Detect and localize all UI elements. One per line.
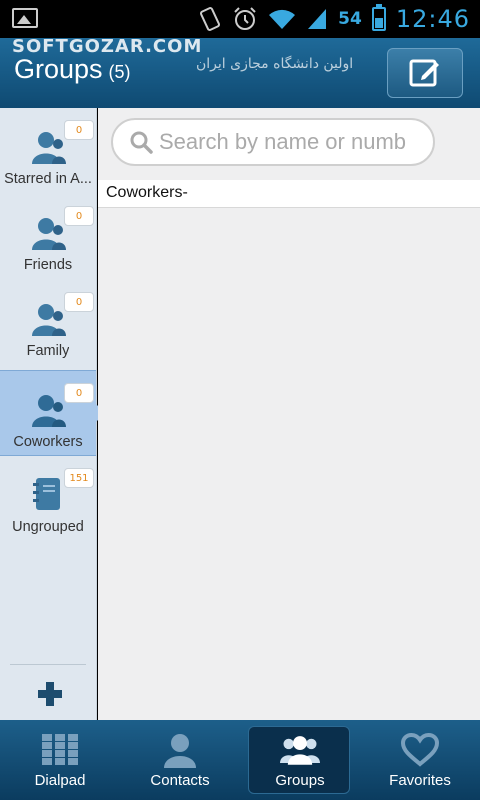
- group-count-badge: 0: [64, 120, 94, 140]
- wifi-icon: [269, 9, 296, 29]
- tab-label: Dialpad: [34, 772, 86, 789]
- section-header-label: Coworkers-: [106, 184, 188, 201]
- group-label: Ungrouped: [12, 519, 84, 535]
- group-item-family[interactable]: Family 0: [0, 280, 96, 366]
- tab-dialpad[interactable]: Dialpad: [0, 720, 120, 800]
- bottom-nav: Dialpad Contacts Groups Favorites: [0, 720, 480, 800]
- tab-groups[interactable]: Groups: [240, 720, 360, 800]
- group-count-badge: 0: [64, 292, 94, 312]
- group-label: Starred in A...: [4, 171, 92, 187]
- group-item-starred[interactable]: Starred in A... 0: [0, 108, 96, 194]
- tab-label: Contacts: [150, 772, 210, 789]
- alarm-icon: [234, 7, 256, 30]
- page-title-text: Groups: [14, 54, 103, 84]
- search-icon: [130, 131, 153, 154]
- group-item-coworkers[interactable]: Coworkers 0: [0, 370, 105, 456]
- compose-icon: [409, 59, 439, 87]
- sidebar-divider: [10, 664, 86, 665]
- signal-icon: [308, 9, 327, 29]
- battery-percent: 54: [338, 9, 362, 29]
- clock: 12:46: [395, 5, 470, 33]
- group-label: Friends: [23, 257, 73, 273]
- dialpad-icon: [40, 732, 80, 768]
- group-label: Family: [26, 343, 70, 359]
- group-count: (5): [108, 62, 131, 82]
- status-bar: 54 12:46: [0, 0, 480, 38]
- image-notification-icon: [12, 8, 38, 28]
- search-box[interactable]: [111, 118, 435, 166]
- battery-icon: [371, 4, 386, 31]
- contact-group-icon: [32, 132, 66, 164]
- section-header: Coworkers-: [98, 180, 480, 208]
- group-count-badge: 151: [64, 468, 94, 488]
- groups-sidebar: Starred in A... 0 Friends 0 Family 0 Cow…: [0, 108, 105, 720]
- group-label: Coworkers: [13, 434, 83, 450]
- group-count-badge: 0: [64, 383, 94, 403]
- contact-group-icon: [32, 304, 66, 336]
- group-item-friends[interactable]: Friends 0: [0, 194, 96, 280]
- group-members-panel: Coworkers-: [98, 108, 480, 720]
- group-item-ungrouped[interactable]: Ungrouped 151: [0, 456, 96, 542]
- app-header: SOFTGOZAR.COM اولین دانشگاه مجازی ایران …: [0, 36, 480, 108]
- edit-groups-button[interactable]: [387, 48, 463, 98]
- rotate-icon: [200, 7, 221, 31]
- tab-label: Groups: [275, 772, 325, 789]
- contact-group-icon: [32, 218, 66, 250]
- heart-icon: [400, 732, 440, 768]
- contact-group-icon: [32, 395, 66, 427]
- contacts-icon: [160, 732, 200, 768]
- group-count-badge: 0: [64, 206, 94, 226]
- tab-favorites[interactable]: Favorites: [360, 720, 480, 800]
- address-book-icon: [33, 478, 60, 510]
- tab-contacts[interactable]: Contacts: [120, 720, 240, 800]
- search-input[interactable]: [159, 129, 429, 155]
- watermark-subtext: اولین دانشگاه مجازی ایران: [196, 56, 354, 72]
- status-icons: 54 12:46: [198, 0, 470, 38]
- add-group-button[interactable]: [36, 680, 64, 708]
- groups-icon: [280, 732, 320, 768]
- tab-label: Favorites: [389, 772, 451, 789]
- page-title: Groups (5): [14, 54, 131, 85]
